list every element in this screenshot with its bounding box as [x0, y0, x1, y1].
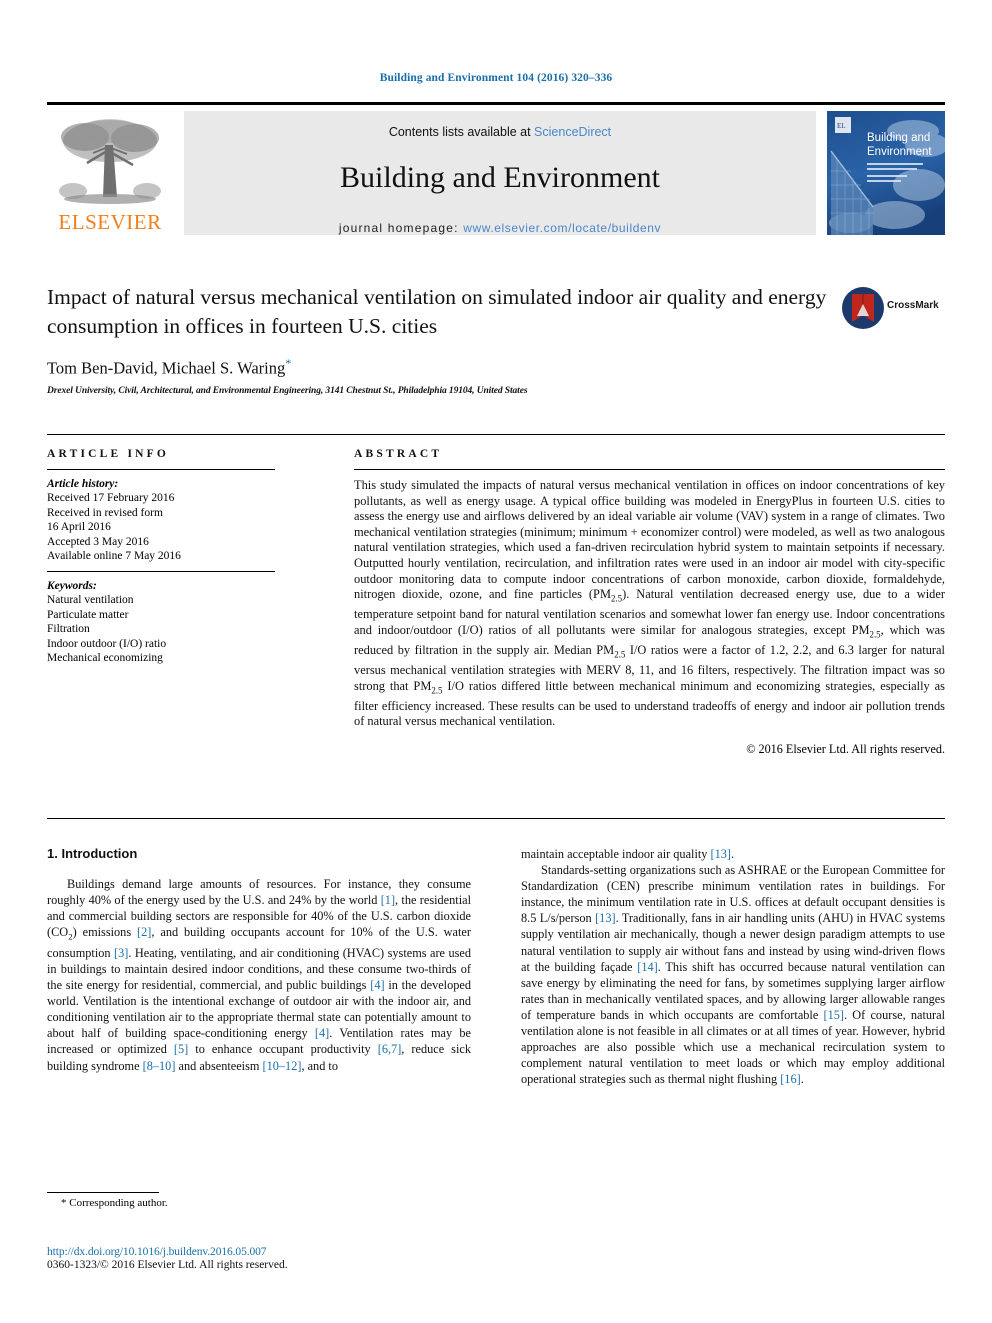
footnote-text: Corresponding author.	[69, 1197, 168, 1209]
homepage-prefix: journal homepage:	[338, 221, 464, 235]
citation-ref[interactable]: [4]	[370, 978, 384, 992]
masthead-center-panel: Contents lists available at ScienceDirec…	[184, 111, 816, 235]
crossmark-icon	[842, 287, 884, 329]
body-separator-rule	[47, 818, 945, 819]
contents-available-line: Contents lists available at ScienceDirec…	[184, 125, 816, 139]
citation-ref[interactable]: [4]	[315, 1026, 329, 1040]
page-footer: http://dx.doi.org/10.1016/j.buildenv.201…	[47, 1246, 567, 1271]
svg-text:Environment: Environment	[867, 146, 932, 158]
journal-cover-thumbnail: EL Building and Environment	[827, 111, 945, 235]
abstract-column: ABSTRACT This study simulated the impact…	[354, 448, 945, 757]
citation-ref[interactable]: [15]	[824, 1008, 845, 1022]
title-block: Impact of natural versus mechanical vent…	[47, 283, 945, 396]
affiliation: Drexel University, Civil, Architectural,…	[47, 385, 528, 396]
citation-ref[interactable]: [14]	[637, 960, 658, 974]
author-names: Tom Ben-David, Michael S. Waring	[47, 358, 286, 378]
issn-copyright-line: 0360-1323/© 2016 Elsevier Ltd. All right…	[47, 1259, 288, 1271]
keyword-item: Mechanical economizing	[47, 652, 163, 665]
keyword-item: Particulate matter	[47, 608, 129, 621]
history-item: Accepted 3 May 2016	[47, 535, 149, 548]
history-item: Received in revised form	[47, 506, 163, 519]
article-page: Building and Environment 104 (2016) 320–…	[0, 0, 992, 1323]
intro-text: ) emissions	[72, 925, 138, 940]
abstract-copyright: © 2016 Elsevier Ltd. All rights reserved…	[746, 741, 945, 756]
author-list: Tom Ben-David, Michael S. Waring*	[47, 356, 945, 379]
corresponding-author-marker: *	[285, 356, 292, 370]
body-column-right: maintain acceptable indoor air quality […	[521, 846, 945, 1087]
elsevier-logo: ELSEVIER	[47, 111, 173, 235]
doi-link[interactable]: http://dx.doi.org/10.1016/j.buildenv.201…	[47, 1246, 567, 1258]
intro-text: .	[800, 1072, 804, 1087]
intro-paragraph-2: Standards-setting organizations such as …	[521, 862, 945, 1087]
contents-prefix: Contents lists available at	[388, 125, 535, 139]
footnote-area: * Corresponding author.	[47, 1192, 471, 1209]
journal-homepage-link[interactable]: www.elsevier.com/locate/buildenv	[463, 221, 661, 235]
history-item: Received 17 February 2016	[47, 492, 175, 504]
body-column-left: 1. Introduction Buildings demand large a…	[47, 846, 471, 1074]
intro-text: to enhance occupant productivity	[188, 1042, 378, 1057]
article-info-rule	[47, 469, 275, 470]
citation-ref[interactable]: [6,7]	[378, 1042, 402, 1056]
article-history-label: Article history:	[47, 478, 119, 490]
page-title: Impact of natural versus mechanical vent…	[47, 285, 827, 338]
sciencedirect-link[interactable]: ScienceDirect	[534, 125, 611, 139]
elsevier-wordmark: ELSEVIER	[58, 210, 162, 234]
section-heading-introduction: 1. Introduction	[47, 846, 138, 861]
intro-paragraph-1: Buildings demand large amounts of resour…	[47, 876, 471, 1074]
article-info-heading: ARTICLE INFO	[47, 448, 170, 460]
abstract-heading: ABSTRACT	[354, 448, 443, 460]
intro-text: and absenteeism	[175, 1058, 263, 1073]
history-item: Available online 7 May 2016	[47, 550, 181, 563]
keywords-rule	[47, 570, 275, 572]
svg-text:Building and: Building and	[867, 132, 930, 144]
intro-paragraph-1-continued: maintain acceptable indoor air quality […	[521, 846, 945, 862]
intro-text: maintain acceptable indoor air quality	[521, 847, 711, 861]
abstract-part-5: I/O ratios differed little between mecha…	[354, 678, 945, 729]
svg-text:EL: EL	[837, 122, 846, 130]
info-abstract-section: ARTICLE INFO Article history: Received 1…	[47, 434, 945, 756]
footnote-rule	[47, 1192, 159, 1193]
citation-ref[interactable]: [13]	[595, 911, 616, 925]
corresponding-author-footnote: * Corresponding author.	[47, 1197, 471, 1209]
abstract-subscript-2: 2.5	[869, 629, 881, 640]
citation-ref[interactable]: [5]	[174, 1042, 188, 1056]
abstract-text: This study simulated the impacts of natu…	[354, 478, 945, 730]
keyword-item: Natural ventilation	[47, 593, 134, 606]
abstract-subscript-1: 2.5	[610, 593, 623, 604]
crossmark-label: CrossMark	[887, 300, 939, 311]
intro-text: , and to	[301, 1058, 338, 1073]
keyword-item: Indoor outdoor (I/O) ratio	[47, 637, 167, 650]
abstract-subscript-3: 2.5	[614, 649, 626, 660]
intro-text: .	[731, 847, 735, 861]
journal-cover-image: EL Building and Environment	[827, 111, 945, 235]
running-head: Building and Environment 104 (2016) 320–…	[379, 72, 613, 84]
citation-ref[interactable]: [16]	[780, 1072, 801, 1086]
citation-ref[interactable]: [1]	[381, 893, 395, 907]
article-info-column: ARTICLE INFO Article history: Received 1…	[47, 448, 275, 666]
citation-ref[interactable]: [2]	[137, 925, 151, 939]
citation-ref[interactable]: [3]	[114, 946, 128, 960]
abstract-rule	[354, 469, 945, 470]
keywords-label: Keywords:	[47, 579, 97, 592]
abstract-subscript-4: 2.5	[431, 685, 443, 695]
citation-ref[interactable]: [13]	[711, 847, 732, 861]
footnote-marker: *	[61, 1197, 67, 1209]
keyword-item: Filtration	[47, 623, 90, 636]
crossmark-badge[interactable]: CrossMark	[841, 286, 945, 330]
elsevier-tree-icon	[59, 119, 161, 204]
journal-homepage-line: journal homepage: www.elsevier.com/locat…	[184, 221, 816, 235]
citation-ref[interactable]: [10–12]	[263, 1059, 302, 1073]
journal-masthead: ELSEVIER Contents lists available at Sci…	[47, 102, 945, 237]
citation-ref[interactable]: [8–10]	[143, 1059, 176, 1073]
journal-title: Building and Environment	[340, 161, 660, 194]
history-item: 16 April 2016	[47, 521, 111, 534]
abstract-part-1: This study simulated the impacts of natu…	[354, 478, 945, 602]
